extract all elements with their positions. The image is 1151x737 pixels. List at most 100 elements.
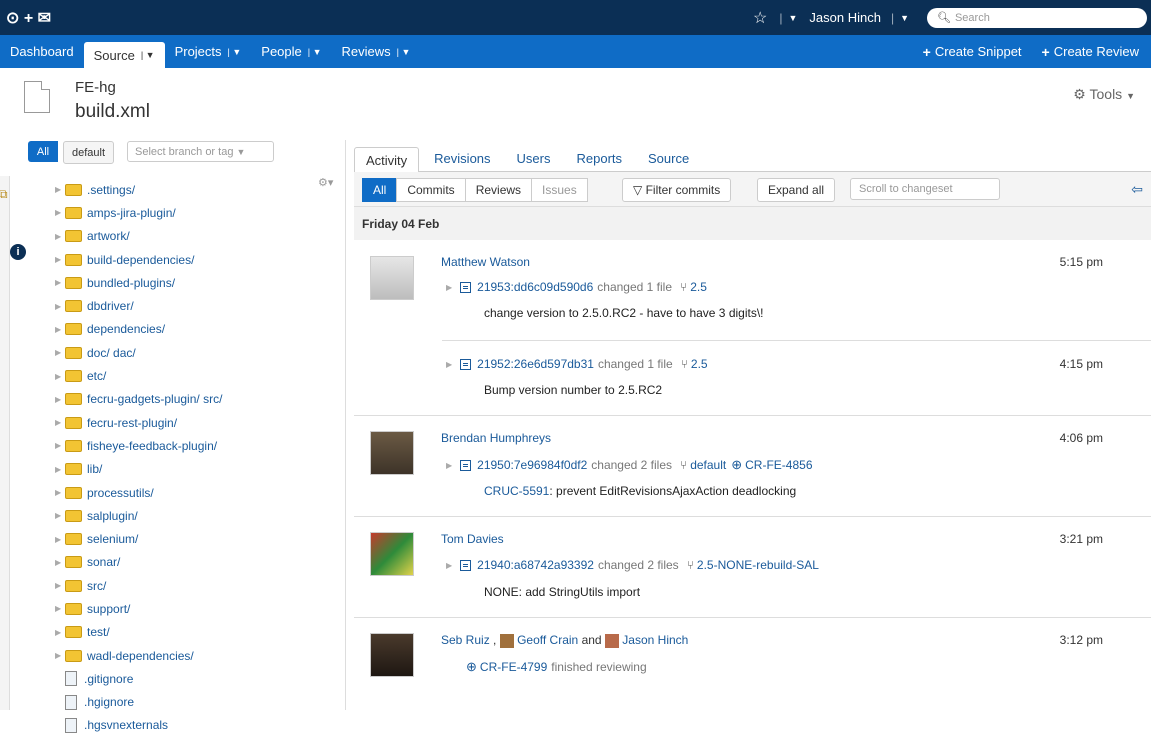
tree-folder[interactable]: ▶ wadl-dependencies/ bbox=[55, 644, 325, 667]
author-link[interactable]: Tom Davies bbox=[441, 532, 504, 546]
search-input[interactable]: 🔍︎ Search bbox=[927, 7, 1147, 28]
filter-commits-button[interactable]: Commits bbox=[396, 178, 466, 202]
branch-all-button[interactable]: All bbox=[28, 141, 58, 162]
pane-divider[interactable] bbox=[345, 140, 346, 710]
file-label[interactable]: .hgsvnexternals bbox=[84, 718, 168, 732]
branch-link[interactable]: 2.5 bbox=[691, 357, 708, 371]
avatar[interactable] bbox=[370, 532, 414, 576]
create-snippet-button[interactable]: + Create Snippet bbox=[915, 35, 1034, 68]
branch-default-button[interactable]: default bbox=[63, 141, 115, 164]
tree-folder[interactable]: ▶ .settings/ bbox=[55, 178, 325, 201]
tree-file[interactable]: .hgsvnexternals bbox=[55, 714, 325, 737]
folder-label[interactable]: amps-jira-plugin/ bbox=[87, 206, 176, 220]
chevron-down-icon[interactable]: | ▼ bbox=[228, 47, 242, 57]
tab-activity[interactable]: Activity bbox=[354, 147, 420, 173]
avatar[interactable] bbox=[370, 256, 414, 300]
scroll-to-changeset-input[interactable]: Scroll to changeset bbox=[850, 178, 1000, 200]
expand-arrow-icon[interactable]: ▶ bbox=[55, 185, 65, 194]
filter-issues-button[interactable]: Issues bbox=[531, 178, 588, 202]
tree-folder[interactable]: ▶ etc/ bbox=[55, 364, 325, 387]
info-icon[interactable]: i bbox=[10, 244, 26, 260]
expand-arrow-icon[interactable]: ▶ bbox=[55, 651, 65, 660]
expand-arrow-icon[interactable]: ▶ bbox=[55, 465, 65, 474]
folder-label[interactable]: bundled-plugins/ bbox=[87, 276, 175, 290]
changeset-link[interactable]: 21953:dd6c09d590d6 bbox=[477, 280, 593, 294]
tree-folder[interactable]: ▶ doc/ dac/ bbox=[55, 341, 325, 364]
tree-folder[interactable]: ▶ amps-jira-plugin/ bbox=[55, 201, 325, 224]
folder-label[interactable]: sonar/ bbox=[87, 555, 120, 569]
folder-label[interactable]: artwork/ bbox=[87, 229, 130, 243]
folder-label[interactable]: salplugin/ bbox=[87, 509, 138, 523]
tree-folder[interactable]: ▶ src/ bbox=[55, 574, 325, 597]
file-label[interactable]: .gitignore bbox=[84, 672, 133, 686]
changeset-link[interactable]: 21940:a68742a93392 bbox=[477, 558, 594, 572]
expand-arrow-icon[interactable]: ▶ bbox=[55, 581, 65, 590]
changeset-link[interactable]: 21950:7e96984f0df2 bbox=[477, 458, 587, 472]
user-menu[interactable]: Jason Hinch bbox=[809, 10, 881, 25]
repository-link[interactable]: FE-hg bbox=[75, 79, 116, 96]
expand-arrow-icon[interactable]: ▶ bbox=[446, 561, 452, 570]
expand-arrow-icon[interactable]: ▶ bbox=[55, 395, 65, 404]
expand-arrow-icon[interactable]: ▶ bbox=[55, 511, 65, 520]
expand-arrow-icon[interactable]: ▶ bbox=[55, 208, 65, 217]
nav-source[interactable]: Source | ▼ bbox=[83, 42, 165, 68]
expand-arrow-icon[interactable]: ▶ bbox=[55, 348, 65, 357]
expand-arrow-icon[interactable]: ▶ bbox=[55, 278, 65, 287]
expand-arrow-icon[interactable]: ▶ bbox=[55, 255, 65, 264]
chevron-down-icon[interactable]: | ▼ bbox=[308, 47, 322, 57]
expand-arrow-icon[interactable]: ▶ bbox=[55, 441, 65, 450]
author-link[interactable]: Seb Ruiz bbox=[441, 633, 490, 647]
avatar[interactable] bbox=[370, 633, 414, 677]
tree-folder[interactable]: ▶ support/ bbox=[55, 597, 325, 620]
folder-label[interactable]: support/ bbox=[87, 602, 130, 616]
folder-label[interactable]: lib/ bbox=[87, 462, 102, 476]
folder-label[interactable]: fisheye-feedback-plugin/ bbox=[87, 439, 217, 453]
review-link[interactable]: CR-FE-4799 bbox=[480, 660, 547, 674]
tree-folder[interactable]: ▶ fisheye-feedback-plugin/ bbox=[55, 434, 325, 457]
expand-all-button[interactable]: Expand all bbox=[757, 178, 836, 202]
folder-label[interactable]: fecru-rest-plugin/ bbox=[87, 416, 177, 430]
tree-folder[interactable]: ▶ artwork/ bbox=[55, 225, 325, 248]
favourite-star-icon[interactable]: ☆ bbox=[753, 8, 767, 28]
branch-select[interactable]: Select branch or tag ▼ bbox=[127, 141, 274, 162]
folder-label[interactable]: doc/ dac/ bbox=[87, 346, 136, 360]
author-link[interactable]: Jason Hinch bbox=[622, 633, 688, 647]
folder-label[interactable]: test/ bbox=[87, 625, 110, 639]
filter-commits-dropdown[interactable]: ▽ Filter commits bbox=[622, 178, 732, 202]
author-link[interactable]: Brendan Humphreys bbox=[441, 431, 551, 445]
tree-folder[interactable]: ▶ salplugin/ bbox=[55, 504, 325, 527]
expand-arrow-icon[interactable]: ▶ bbox=[55, 232, 65, 241]
nav-dashboard[interactable]: Dashboard bbox=[0, 35, 84, 68]
expand-arrow-icon[interactable]: ▶ bbox=[55, 628, 65, 637]
tab-reports[interactable]: Reports bbox=[565, 145, 633, 171]
nav-people[interactable]: People | ▼ bbox=[251, 35, 331, 68]
changeset-link[interactable]: 21952:26e6d597db31 bbox=[477, 357, 594, 371]
expand-arrow-icon[interactable]: ▶ bbox=[55, 372, 65, 381]
tree-folder[interactable]: ▶ dbdriver/ bbox=[55, 294, 325, 317]
folder-label[interactable]: .settings/ bbox=[87, 183, 135, 197]
folder-label[interactable]: dependencies/ bbox=[87, 322, 165, 336]
author-link[interactable]: Matthew Watson bbox=[441, 255, 530, 269]
chevron-down-icon[interactable]: ▼ bbox=[788, 13, 797, 23]
branch-link[interactable]: 2.5-NONE-rebuild-SAL bbox=[697, 558, 819, 572]
folder-label[interactable]: wadl-dependencies/ bbox=[87, 649, 194, 663]
tree-folder[interactable]: ▶ fecru-rest-plugin/ bbox=[55, 411, 325, 434]
avatar[interactable] bbox=[370, 431, 414, 475]
expand-arrow-icon[interactable]: ▶ bbox=[446, 461, 452, 470]
author-link[interactable]: Geoff Crain bbox=[517, 633, 578, 647]
avatar-small[interactable] bbox=[604, 633, 619, 648]
chevron-down-icon[interactable]: | ▼ bbox=[397, 47, 411, 57]
tab-source[interactable]: Source bbox=[637, 145, 700, 171]
folder-label[interactable]: fecru-gadgets-plugin/ src/ bbox=[87, 392, 222, 406]
avatar-small[interactable] bbox=[499, 633, 514, 648]
chevron-down-icon[interactable]: | ▼ bbox=[141, 50, 155, 60]
review-link[interactable]: CR-FE-4856 bbox=[745, 458, 812, 472]
tab-revisions[interactable]: Revisions bbox=[423, 145, 501, 171]
expand-arrow-icon[interactable]: ▶ bbox=[55, 488, 65, 497]
expand-arrow-icon[interactable]: ▶ bbox=[55, 535, 65, 544]
folder-label[interactable]: selenium/ bbox=[87, 532, 138, 546]
tree-folder[interactable]: ▶ bundled-plugins/ bbox=[55, 271, 325, 294]
expand-arrow-icon[interactable]: ▶ bbox=[446, 360, 452, 369]
tree-view-icon[interactable]: ⧉ bbox=[0, 187, 8, 202]
tree-folder[interactable]: ▶ selenium/ bbox=[55, 527, 325, 550]
